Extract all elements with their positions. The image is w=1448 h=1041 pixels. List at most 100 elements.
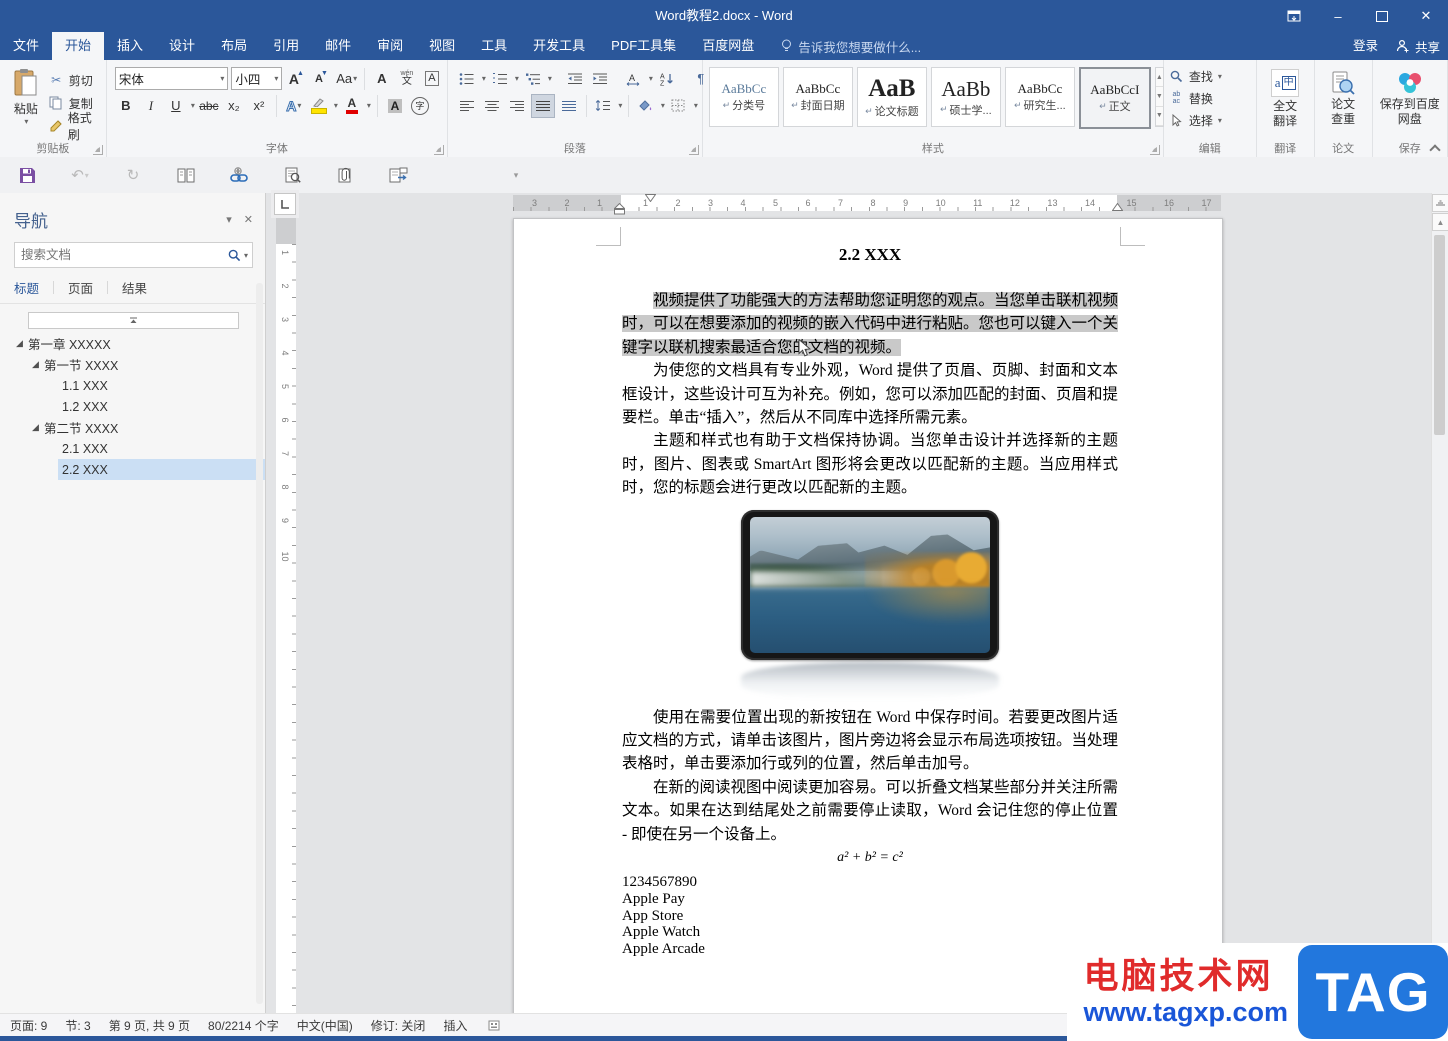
numbering-button[interactable] bbox=[489, 68, 511, 90]
align-left-button[interactable] bbox=[456, 95, 478, 117]
paste-button[interactable]: 粘贴 ▾ bbox=[4, 64, 48, 141]
tree-item-section2[interactable]: ◢第二节 XXXX bbox=[0, 417, 265, 438]
document-figure[interactable] bbox=[622, 510, 1118, 700]
styles-dialog-launcher[interactable] bbox=[1150, 145, 1160, 155]
tree-item-2-2-selected[interactable]: 2.2 XXX bbox=[58, 459, 265, 480]
style-card[interactable]: AaBbCc ↵研究生... bbox=[1005, 67, 1075, 127]
underline-button[interactable]: U bbox=[165, 95, 187, 117]
tab-home[interactable]: 开始 bbox=[52, 32, 104, 60]
tab-design[interactable]: 设计 bbox=[156, 32, 208, 60]
navigation-options-icon[interactable]: ▾ bbox=[226, 213, 232, 226]
tree-item-chapter1[interactable]: ◢第一章 XXXXX bbox=[0, 333, 265, 354]
macro-record-icon[interactable] bbox=[485, 1017, 502, 1033]
full-text-translate-button[interactable]: a中 全文翻译 bbox=[1261, 64, 1310, 129]
multilevel-list-button[interactable] bbox=[522, 68, 544, 90]
attachment-icon[interactable] bbox=[332, 162, 358, 188]
sign-in-link[interactable]: 登录 bbox=[1353, 32, 1378, 60]
redo-button[interactable]: ↻ bbox=[120, 162, 146, 188]
tree-item-section1[interactable]: ◢第一节 XXXX bbox=[0, 354, 265, 375]
superscript-button[interactable]: x² bbox=[248, 95, 270, 117]
status-insert-mode[interactable]: 插入 bbox=[443, 1017, 467, 1034]
nav-tab-results[interactable]: 结果 bbox=[108, 278, 161, 297]
search-input[interactable] bbox=[15, 248, 226, 262]
enclose-characters-button[interactable]: 字 bbox=[409, 95, 431, 117]
status-track-changes[interactable]: 修订: 关闭 bbox=[371, 1017, 426, 1034]
horizontal-ruler[interactable]: 3 2 1 1 2 3 4 5 6 7 8 9 10 11 12 13 14 1… bbox=[513, 195, 1221, 212]
format-painter-button[interactable]: 格式刷 bbox=[48, 116, 102, 136]
nav-tab-headings[interactable]: 标题 bbox=[14, 278, 53, 297]
paragraph-dialog-launcher[interactable] bbox=[689, 145, 699, 155]
style-card[interactable]: AaBb ↵硕士学... bbox=[931, 67, 1001, 127]
nav-scrollbar[interactable] bbox=[256, 283, 263, 1004]
style-card[interactable]: AaB ↵论文标题 bbox=[857, 67, 927, 127]
bullets-button[interactable] bbox=[456, 68, 478, 90]
tab-pdf-tools[interactable]: PDF工具集 bbox=[598, 32, 689, 60]
cut-button[interactable]: ✂ 剪切 bbox=[48, 70, 102, 90]
caret-expanded-icon[interactable]: ◢ bbox=[32, 422, 44, 433]
search-dropdown-icon[interactable]: ▾ bbox=[244, 251, 248, 260]
search-icon[interactable] bbox=[226, 247, 243, 263]
line-spacing-button[interactable] bbox=[592, 95, 614, 117]
shrink-font-button[interactable]: A▼ bbox=[310, 68, 332, 90]
minimize-button[interactable]: – bbox=[1316, 0, 1360, 32]
caret-expanded-icon[interactable]: ◢ bbox=[16, 338, 28, 349]
sort-button[interactable]: AZ bbox=[656, 68, 678, 90]
share-button[interactable]: 共享 bbox=[1396, 32, 1440, 60]
strikethrough-button[interactable]: abc bbox=[198, 95, 220, 117]
clipboard-dialog-launcher[interactable] bbox=[93, 145, 103, 155]
tab-view[interactable]: 视图 bbox=[416, 32, 468, 60]
navigation-close-icon[interactable]: ✕ bbox=[244, 213, 253, 226]
status-page[interactable]: 页面: 9 bbox=[10, 1017, 47, 1034]
qat-customize-icon[interactable]: ▾ bbox=[503, 162, 529, 188]
caret-expanded-icon[interactable]: ◢ bbox=[32, 359, 44, 370]
tab-baidu-netdisk[interactable]: 百度网盘 bbox=[689, 32, 767, 60]
paste-dropdown-icon[interactable]: ▾ bbox=[24, 117, 28, 126]
tell-me-box[interactable]: 告诉我您想要做什么... bbox=[781, 32, 921, 60]
font-color-button[interactable]: A bbox=[341, 95, 363, 117]
tab-review[interactable]: 审阅 bbox=[364, 32, 416, 60]
highlight-color-button[interactable] bbox=[308, 95, 330, 117]
print-preview-icon[interactable] bbox=[279, 162, 305, 188]
status-language[interactable]: 中文(中国) bbox=[297, 1017, 353, 1034]
styles-scroll-up-button[interactable]: ▲ bbox=[1156, 68, 1163, 87]
change-case-button[interactable]: Aa▾ bbox=[335, 68, 357, 90]
nav-tab-pages[interactable]: 页面 bbox=[54, 278, 107, 297]
collapse-ribbon-icon[interactable] bbox=[1428, 144, 1442, 154]
find-button[interactable]: 查找▾ bbox=[1168, 66, 1252, 86]
align-center-button[interactable] bbox=[481, 95, 503, 117]
underline-dropdown-icon[interactable]: ▾ bbox=[191, 101, 195, 110]
style-card[interactable]: AaBbCc ↵分类号 bbox=[709, 67, 779, 127]
hyperlink-icon[interactable] bbox=[226, 162, 252, 188]
close-button[interactable]: ✕ bbox=[1404, 0, 1448, 32]
scroll-up-button[interactable]: ▲ bbox=[1432, 213, 1448, 231]
subscript-button[interactable]: x₂ bbox=[223, 95, 245, 117]
tree-item-2-1[interactable]: 2.1 XXX bbox=[0, 438, 265, 459]
tab-mailings[interactable]: 邮件 bbox=[312, 32, 364, 60]
tab-references[interactable]: 引用 bbox=[260, 32, 312, 60]
tab-tools[interactable]: 工具 bbox=[468, 32, 520, 60]
tab-developer[interactable]: 开发工具 bbox=[520, 32, 598, 60]
character-shading-button[interactable]: A bbox=[384, 95, 406, 117]
document-page[interactable]: 2.2 XXX 视频提供了功能强大的方法帮助您证明您的观点。当您单击联机视频时，… bbox=[513, 218, 1223, 1014]
character-border-button[interactable]: A bbox=[421, 68, 443, 90]
font-dialog-launcher[interactable] bbox=[434, 145, 444, 155]
styles-scroll-down-button[interactable]: ▼ bbox=[1156, 87, 1163, 106]
styles-gallery-more-button[interactable]: ▼ bbox=[1156, 107, 1163, 126]
paper-check-button[interactable]: 论文查重 bbox=[1319, 64, 1368, 127]
send-document-icon[interactable] bbox=[385, 162, 411, 188]
style-card[interactable]: AaBbCc ↵封面日期 bbox=[783, 67, 853, 127]
tab-file[interactable]: 文件 bbox=[0, 32, 52, 60]
jump-to-top-bar[interactable] bbox=[28, 312, 239, 329]
font-name-combo[interactable]: 宋体▾ bbox=[115, 67, 229, 90]
vertical-scrollbar[interactable]: ▲ bbox=[1431, 193, 1448, 1014]
tab-insert[interactable]: 插入 bbox=[104, 32, 156, 60]
style-card-selected[interactable]: AaBbCcI ↵正文 bbox=[1079, 67, 1151, 129]
text-effects-button[interactable]: A▾ bbox=[283, 95, 305, 117]
undo-button[interactable]: ↶▾ bbox=[67, 162, 93, 188]
asian-layout-button[interactable]: A bbox=[623, 68, 645, 90]
ribbon-display-options-icon[interactable] bbox=[1272, 0, 1316, 32]
justify-button[interactable] bbox=[531, 94, 555, 118]
decrease-indent-button[interactable] bbox=[564, 68, 586, 90]
grow-font-button[interactable]: A▲ bbox=[285, 68, 307, 90]
tree-item-1-2[interactable]: 1.2 XXX bbox=[0, 396, 265, 417]
